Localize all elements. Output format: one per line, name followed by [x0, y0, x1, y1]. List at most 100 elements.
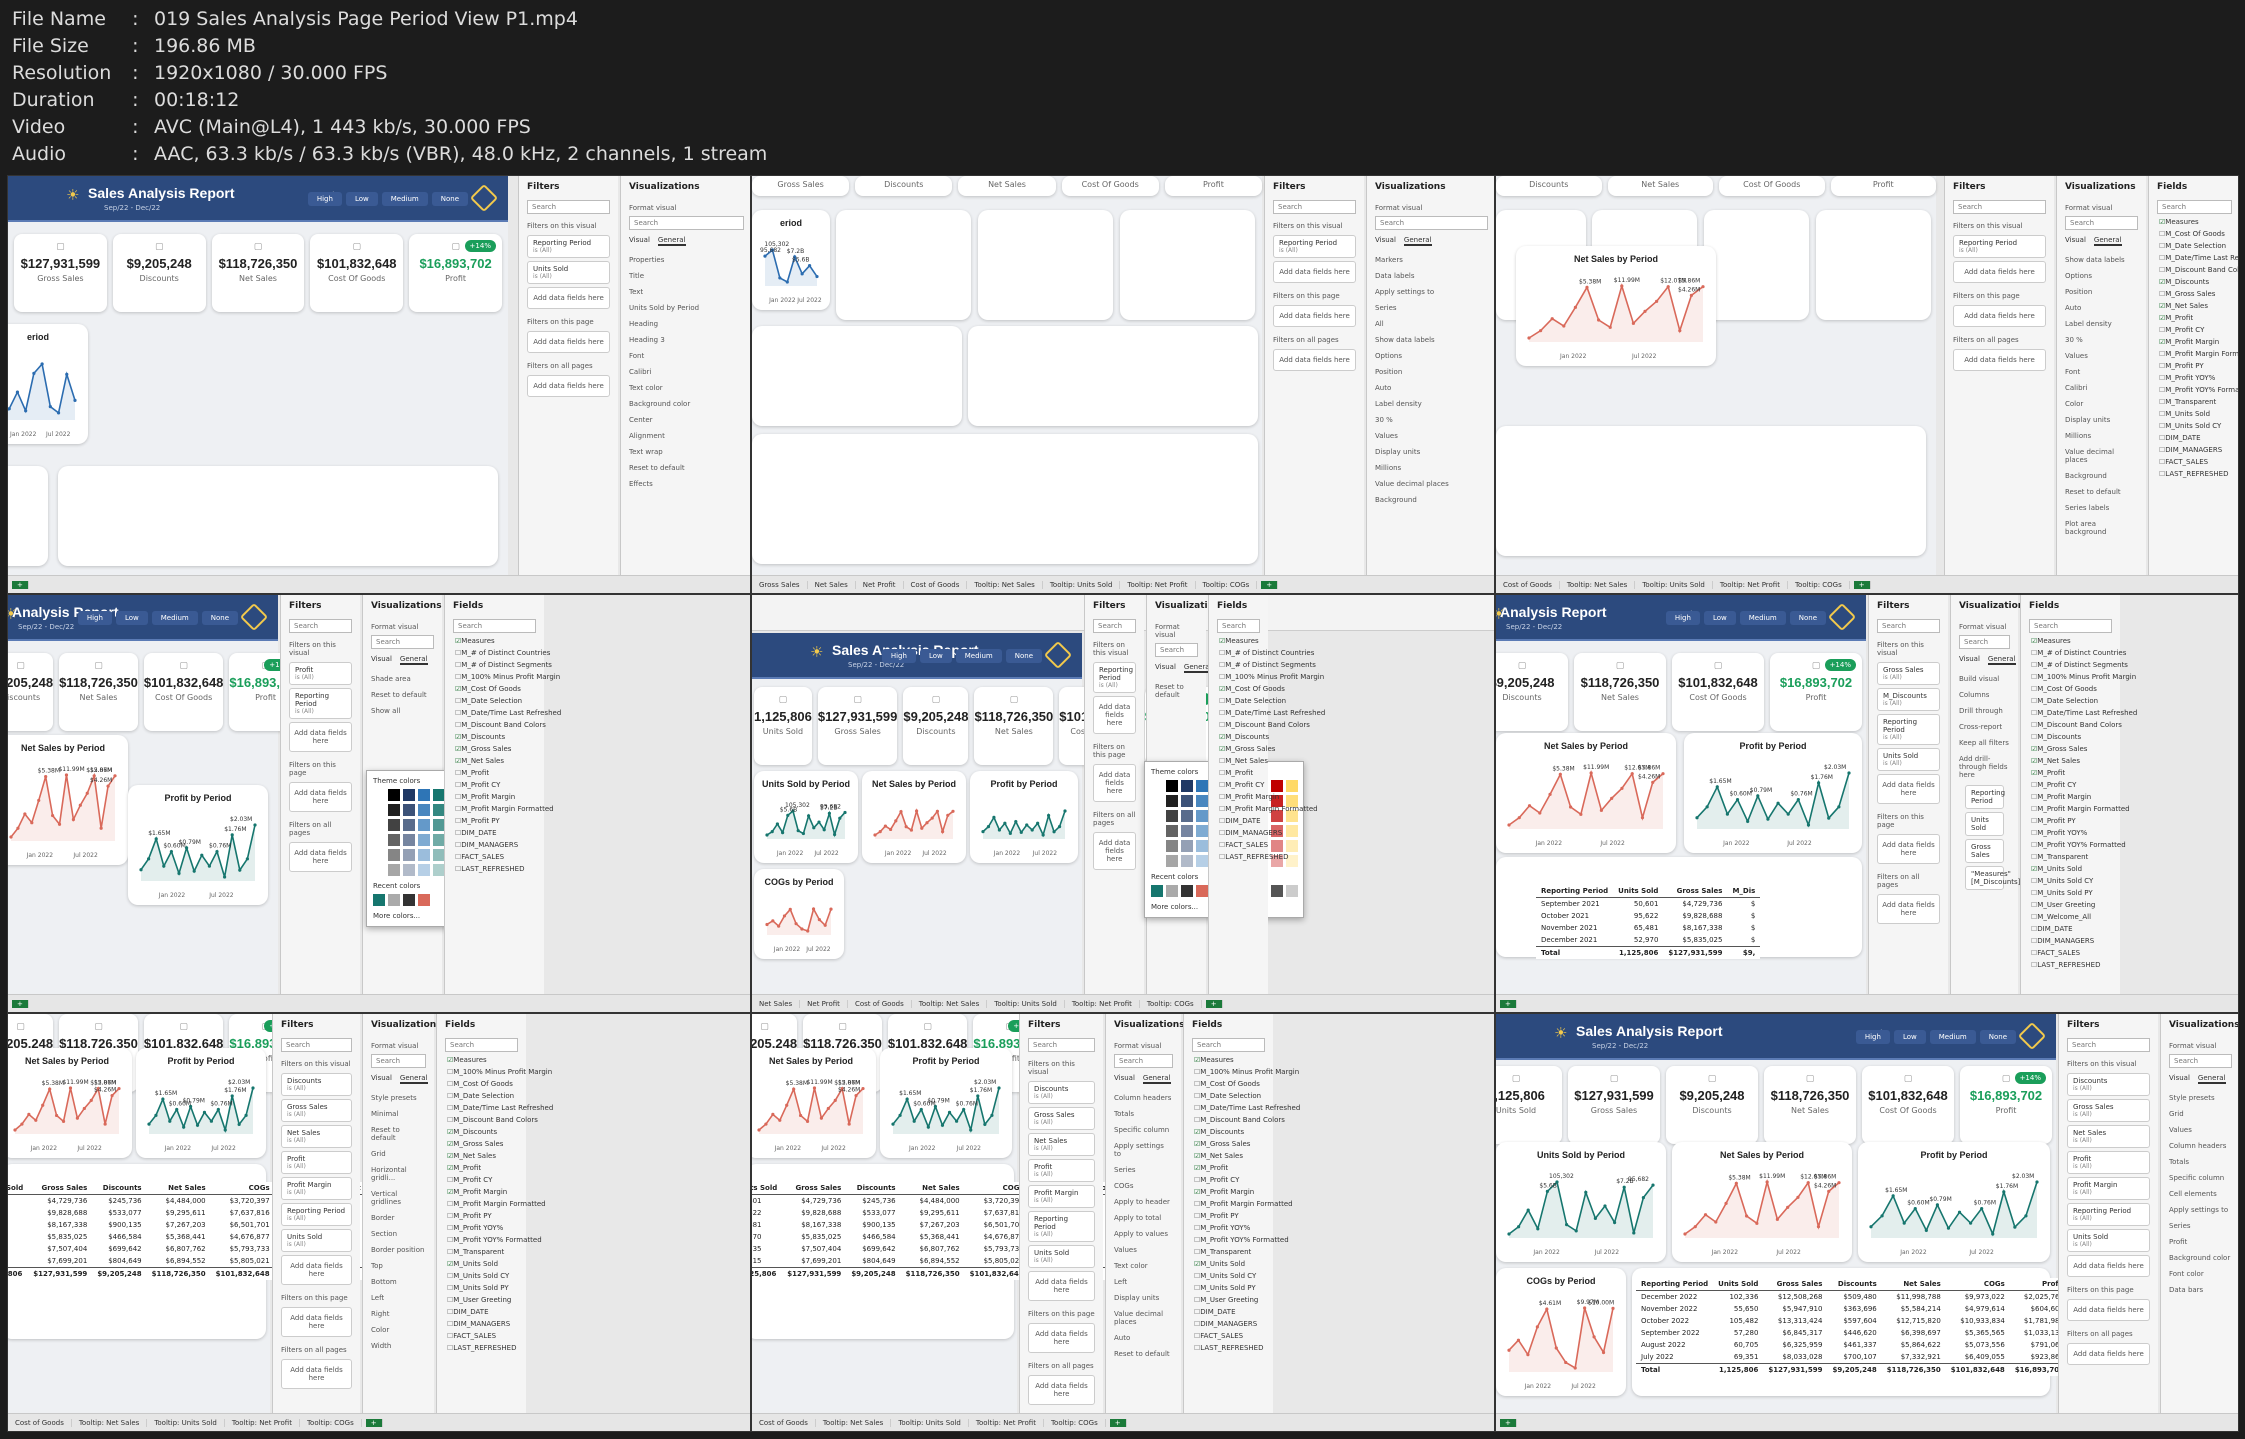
viz-search[interactable]: Search: [371, 1054, 426, 1068]
filter-pill[interactable]: High: [77, 611, 112, 625]
filter-card[interactable]: Profit is (All): [1028, 1159, 1095, 1182]
color-swatch[interactable]: [1166, 780, 1178, 792]
filters-search[interactable]: Search: [1877, 619, 1940, 633]
color-swatch[interactable]: [388, 894, 400, 906]
format-option[interactable]: Auto: [2057, 298, 2146, 314]
add-page-button[interactable]: +: [1205, 999, 1223, 1008]
tab-visual[interactable]: Visual: [1155, 663, 1176, 673]
field-item[interactable]: M_Cost Of Goods: [2149, 228, 2238, 240]
field-item[interactable]: M_Profit CY: [2149, 324, 2238, 336]
eraser-icon[interactable]: [1827, 602, 1857, 632]
tab-general[interactable]: General: [2093, 236, 2122, 246]
format-option[interactable]: Minimal: [363, 1104, 434, 1120]
add-fields-drop[interactable]: Add data fields here: [2067, 1255, 2150, 1277]
column-well[interactable]: Gross Sales: [1965, 839, 2004, 863]
format-option[interactable]: Drill through: [1951, 701, 2018, 717]
field-item[interactable]: M_Date Selection: [1209, 695, 1286, 707]
format-option[interactable]: Font: [621, 346, 750, 362]
add-fields-drop[interactable]: Add data fields here: [1028, 1323, 1095, 1353]
color-swatch[interactable]: [1181, 810, 1193, 822]
table-item[interactable]: LAST_REFRESHED: [2021, 959, 2120, 971]
field-item[interactable]: M_# of Distinct Segments: [2021, 659, 2128, 671]
color-swatch[interactable]: [1181, 855, 1193, 867]
field-item[interactable]: M_Profit Margin Formatted: [445, 803, 553, 815]
table-item[interactable]: DIM_DATE: [2021, 923, 2120, 935]
add-fields-drop[interactable]: Add data fields here: [1273, 305, 1356, 327]
field-item[interactable]: M_Profit YOY%: [1184, 1222, 1273, 1234]
table-item[interactable]: FACT_SALES: [2149, 456, 2238, 468]
field-item[interactable]: M_Net Sales: [1209, 755, 1268, 767]
format-option[interactable]: Apply to header: [1106, 1192, 1181, 1208]
format-option[interactable]: Color: [363, 1320, 434, 1336]
field-item[interactable]: M_Transparent: [2149, 396, 2238, 408]
filter-card[interactable]: Profit is (All): [281, 1151, 352, 1174]
table-item[interactable]: DIM_MANAGERS: [1184, 1318, 1273, 1330]
color-swatch[interactable]: [418, 894, 430, 906]
field-item[interactable]: M_Discounts: [2021, 731, 2120, 743]
format-option[interactable]: Text: [621, 282, 750, 298]
format-option[interactable]: Apply to total: [1106, 1208, 1181, 1224]
color-swatch[interactable]: [1286, 885, 1298, 897]
format-option[interactable]: Reset to default: [621, 458, 750, 474]
filters-search[interactable]: Search: [1273, 200, 1356, 214]
field-item[interactable]: M_Profit CY: [445, 779, 544, 791]
add-fields-drop[interactable]: Add data fields here: [281, 1359, 352, 1389]
add-fields-drop[interactable]: Add data fields here: [2067, 1299, 2150, 1321]
filters-search[interactable]: Search: [2067, 1038, 2150, 1052]
format-option[interactable]: Background: [2057, 466, 2146, 482]
format-option[interactable]: Add drill-through fields here: [1951, 749, 2018, 781]
format-option[interactable]: Apply settings to: [2161, 1200, 2238, 1216]
filter-pill[interactable]: High: [1855, 1030, 1890, 1044]
color-swatch[interactable]: [373, 834, 385, 846]
field-item[interactable]: M_Profit YOY% Formatted: [1184, 1234, 1288, 1246]
measures-table[interactable]: Measures: [2149, 216, 2238, 228]
column-well[interactable]: Units Sold: [1965, 812, 2004, 836]
page-tab[interactable]: Tooltip: Units Sold: [147, 1418, 225, 1427]
format-option[interactable]: Series labels: [2057, 498, 2146, 514]
format-option[interactable]: Data labels: [1367, 266, 1494, 282]
fields-search[interactable]: Search: [1217, 619, 1260, 633]
field-item[interactable]: M_# of Distinct Countries: [445, 647, 550, 659]
eraser-icon[interactable]: [469, 183, 499, 213]
field-item[interactable]: M_Profit: [445, 767, 544, 779]
field-item[interactable]: M_Units Sold: [2149, 408, 2238, 420]
add-fields-drop[interactable]: Add data fields here: [1093, 832, 1136, 870]
format-option[interactable]: Totals: [1106, 1104, 1181, 1120]
color-swatch[interactable]: [1271, 885, 1283, 897]
format-option[interactable]: Apply to values: [1106, 1224, 1181, 1240]
table-item[interactable]: FACT_SALES: [437, 1330, 526, 1342]
field-item[interactable]: M_Discount Band Colors: [1184, 1114, 1285, 1126]
field-item[interactable]: M_Date/Time Last Refreshed: [1184, 1102, 1300, 1114]
filter-card[interactable]: Reporting Period is (All): [281, 1203, 352, 1226]
format-option[interactable]: Properties: [621, 250, 750, 266]
filter-card[interactable]: Reporting Period is (All): [1953, 235, 2046, 258]
table-item[interactable]: LAST_REFRESHED: [1209, 851, 1288, 863]
field-item[interactable]: M_Net Sales: [2021, 755, 2120, 767]
filter-card[interactable]: Reporting Period is (All): [1877, 714, 1940, 745]
add-fields-drop[interactable]: Add data fields here: [1877, 774, 1940, 804]
field-item[interactable]: M_User Greeting: [2021, 899, 2120, 911]
tab-visual[interactable]: Visual: [371, 1074, 392, 1084]
field-item[interactable]: M_Date/Time Last Refreshed: [445, 707, 561, 719]
filters-search[interactable]: Search: [1093, 619, 1136, 633]
color-swatch[interactable]: [418, 804, 430, 816]
field-item[interactable]: M_Cost Of Goods: [445, 683, 544, 695]
field-item[interactable]: M_# of Distinct Countries: [1209, 647, 1314, 659]
filter-card[interactable]: Net Sales is (All): [2067, 1125, 2150, 1148]
filter-card[interactable]: Reporting Period is (All): [527, 235, 610, 258]
field-item[interactable]: M_Gross Sales: [2149, 288, 2238, 300]
format-option[interactable]: Value decimal places: [1367, 474, 1494, 490]
color-swatch[interactable]: [1166, 855, 1178, 867]
measures-table[interactable]: Measures: [437, 1054, 526, 1066]
filter-card[interactable]: Profit Margin is (All): [281, 1177, 352, 1200]
field-item[interactable]: M_Units Sold CY: [437, 1270, 526, 1282]
field-item[interactable]: M_# of Distinct Segments: [445, 659, 552, 671]
filter-pill[interactable]: High: [881, 649, 916, 663]
add-fields-drop[interactable]: Add data fields here: [281, 1255, 352, 1285]
format-option[interactable]: Cross-report: [1951, 717, 2018, 733]
tab-visual[interactable]: Visual: [2065, 236, 2086, 246]
page-tab[interactable]: Tooltip: Net Profit: [1713, 580, 1788, 589]
format-option[interactable]: Apply settings to: [1106, 1136, 1181, 1160]
fields-search[interactable]: Search: [2029, 619, 2112, 633]
table-item[interactable]: DIM_DATE: [2149, 432, 2238, 444]
